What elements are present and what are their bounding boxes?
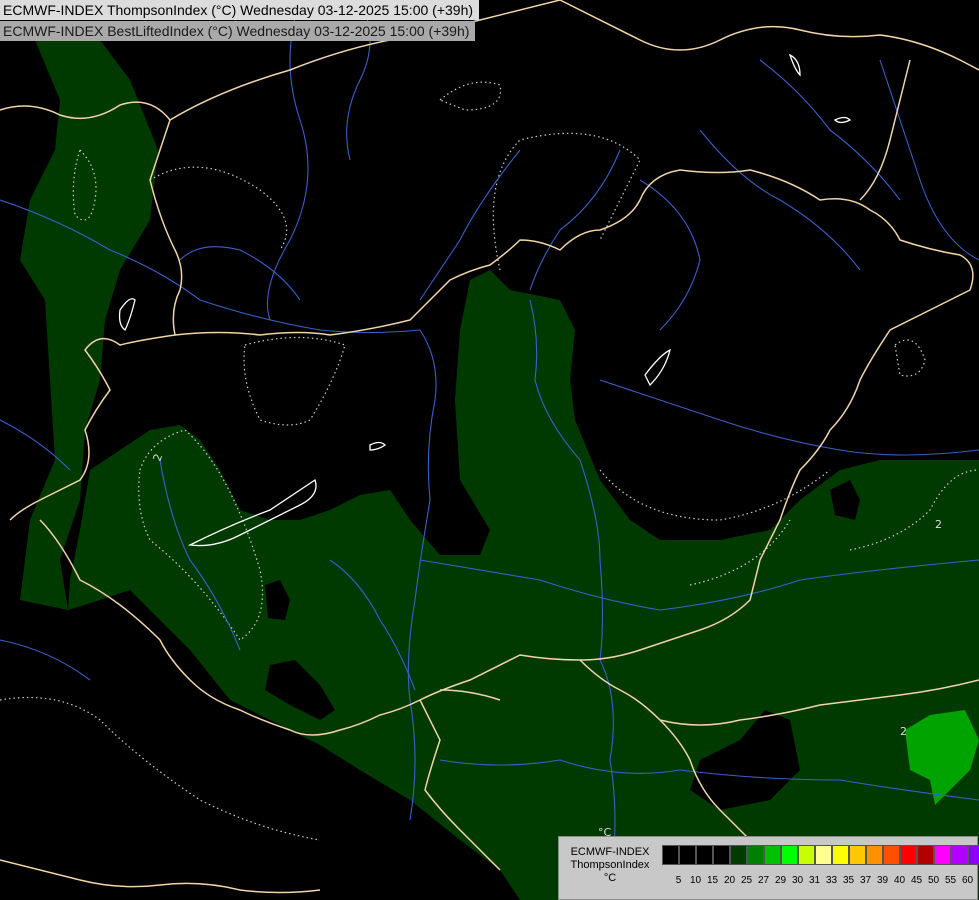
fill-south-main [68,270,979,900]
legend-tick-label: 30 [791,875,804,886]
legend-tick-label: 40 [893,875,906,886]
legend-swatch [866,845,883,865]
legend-tick-label: 39 [876,875,889,886]
weather-map-view: 2 2 2 °C ECMWF-INDEX ThompsonIndex (°C) … [0,0,979,900]
legend-swatch [832,845,849,865]
legend-swatch [815,845,832,865]
legend-tick-label: 27 [757,875,770,886]
map-title-thompson-index: ECMWF-INDEX ThompsonIndex (°C) Wednesday… [0,0,480,20]
legend-tick-label: 55 [944,875,957,886]
forecast-map[interactable]: 2 2 2 °C [0,0,979,900]
legend-tick-label: 33 [825,875,838,886]
legend-tick-label: 37 [859,875,872,886]
legend-swatch [696,845,713,865]
contour-label: 2 [935,518,942,531]
legend-swatch [849,845,866,865]
legend-index-name: ThompsonIndex [570,859,650,871]
legend-tick-label: 29 [774,875,787,886]
legend-tick-label: 5 [675,875,682,886]
legend-tick-label: 25 [740,875,753,886]
legend-tick-label: 20 [723,875,736,886]
legend-swatch [934,845,951,865]
legend-tick-label: 15 [706,875,719,886]
legend-swatch [713,845,730,865]
legend-model-name: ECMWF-INDEX [570,846,650,858]
legend-color-scale [662,845,979,865]
legend-swatch [917,845,934,865]
legend-swatch [798,845,815,865]
legend-tick-label: 31 [808,875,821,886]
legend-swatch [662,845,679,865]
legend-swatch [951,845,968,865]
legend-tick-label: 35 [842,875,855,886]
legend-tick-label: 60 [961,875,974,886]
legend-tick-label: 10 [689,875,702,886]
legend-swatch [764,845,781,865]
map-title-best-lifted-index: ECMWF-INDEX BestLiftedIndex (°C) Wednesd… [0,21,476,41]
legend-unit: °C [603,872,617,884]
color-legend: ECMWF-INDEX ThompsonIndex °C 5 10 15 20 25 27… [558,836,979,900]
contour-label: 2 [900,725,907,738]
legend-swatch [679,845,696,865]
legend-tick-label: 50 [927,875,940,886]
legend-swatch [730,845,747,865]
index-fill-layer [20,40,979,900]
legend-swatch [968,845,979,865]
legend-swatch [747,845,764,865]
legend-tick-labels: 5 10 15 20 25 27 29 30 31 33 35 37 39 40 45 50 55 60 [670,875,976,886]
legend-swatch [900,845,917,865]
legend-title: ECMWF-INDEX ThompsonIndex °C [565,846,655,885]
legend-swatch [883,845,900,865]
legend-tick-label: 45 [910,875,923,886]
legend-swatch [781,845,798,865]
